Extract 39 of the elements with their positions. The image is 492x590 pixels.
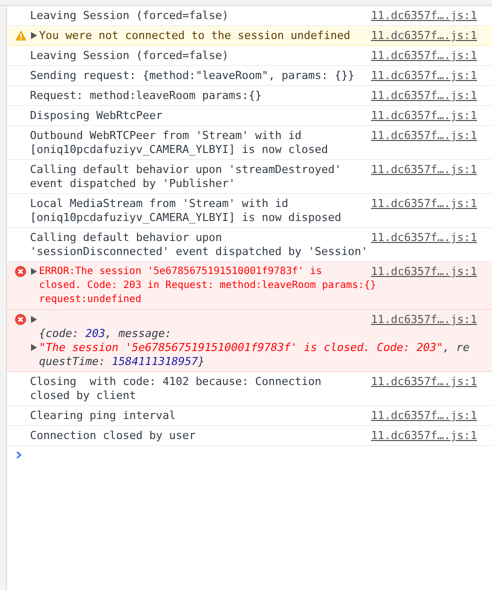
message-text: Sending request: {method:"leaveRoom", params: {}} bbox=[30, 69, 355, 83]
error-icon bbox=[15, 314, 26, 325]
source-link[interactable]: 11.dc6357f….js:1 bbox=[371, 409, 477, 423]
source-link[interactable]: 11.dc6357f….js:1 bbox=[371, 429, 477, 443]
source-link[interactable]: 11.dc6357f….js:1 bbox=[371, 29, 477, 43]
source-link[interactable]: 11.dc6357f….js:1 bbox=[371, 89, 477, 103]
object-text: questTime: 1584111318957} bbox=[39, 355, 205, 369]
error-icon bbox=[15, 266, 26, 277]
source-link[interactable]: 11.dc6357f….js:1 bbox=[371, 129, 477, 143]
prompt-chevron-icon[interactable] bbox=[16, 451, 22, 459]
message-text: Calling default behavior upon 'sessionDisconnected' event dispatched by 'Session' bbox=[30, 231, 368, 259]
expand-caret-icon[interactable] bbox=[31, 32, 37, 39]
expand-caret-icon[interactable] bbox=[31, 268, 37, 275]
expand-caret-icon[interactable] bbox=[31, 344, 37, 351]
message-text: Clearing ping interval bbox=[30, 409, 176, 423]
message-text: Closing with code: 4102 because: Connection closed by client bbox=[30, 375, 322, 403]
source-link[interactable]: 11.dc6357f….js:1 bbox=[371, 197, 477, 211]
source-link[interactable]: 11.dc6357f….js:1 bbox=[371, 375, 477, 389]
message-text: Leaving Session (forced=false) bbox=[30, 49, 229, 63]
object-text: "The session '5e6785675191510001f9783f' is closed. Code: 203", re bbox=[39, 341, 470, 355]
source-link[interactable]: 11.dc6357f….js:1 bbox=[371, 69, 477, 83]
source-link[interactable]: 11.dc6357f….js:1 bbox=[371, 265, 477, 279]
source-link[interactable]: 11.dc6357f….js:1 bbox=[371, 231, 477, 245]
source-link[interactable]: 11.dc6357f….js:1 bbox=[371, 109, 477, 123]
object-text: {code: 203, message: bbox=[39, 327, 172, 341]
message-text: Outbound WebRTCPeer from 'Stream' with id [oniq10pcdafuziyv_CAMERA_YLBYI] is now closed bbox=[30, 129, 328, 157]
expand-caret-icon[interactable] bbox=[31, 316, 37, 323]
source-link[interactable]: 11.dc6357f….js:1 bbox=[371, 163, 477, 177]
message-text: Local MediaStream from 'Stream' with id [oniq10pcdafuziyv_CAMERA_YLBYI] is now disposed bbox=[30, 197, 342, 225]
message-text: Calling default behavior upon 'streamDestroyed' event dispatched by 'Publisher' bbox=[30, 163, 342, 191]
source-link[interactable]: 11.dc6357f….js:1 bbox=[371, 49, 477, 63]
message-text: Connection closed by user bbox=[30, 429, 196, 443]
message-text: Request: method:leaveRoom params:{} bbox=[30, 89, 262, 103]
message-text: Disposing WebRtcPeer bbox=[30, 109, 162, 123]
source-link[interactable]: 11.dc6357f….js:1 bbox=[371, 9, 477, 23]
message-text: Leaving Session (forced=false) bbox=[30, 9, 229, 23]
message-text: You were not connected to the session undefined bbox=[39, 29, 350, 43]
source-link[interactable]: 11.dc6357f….js:1 bbox=[371, 313, 477, 327]
warning-icon bbox=[14, 30, 26, 41]
